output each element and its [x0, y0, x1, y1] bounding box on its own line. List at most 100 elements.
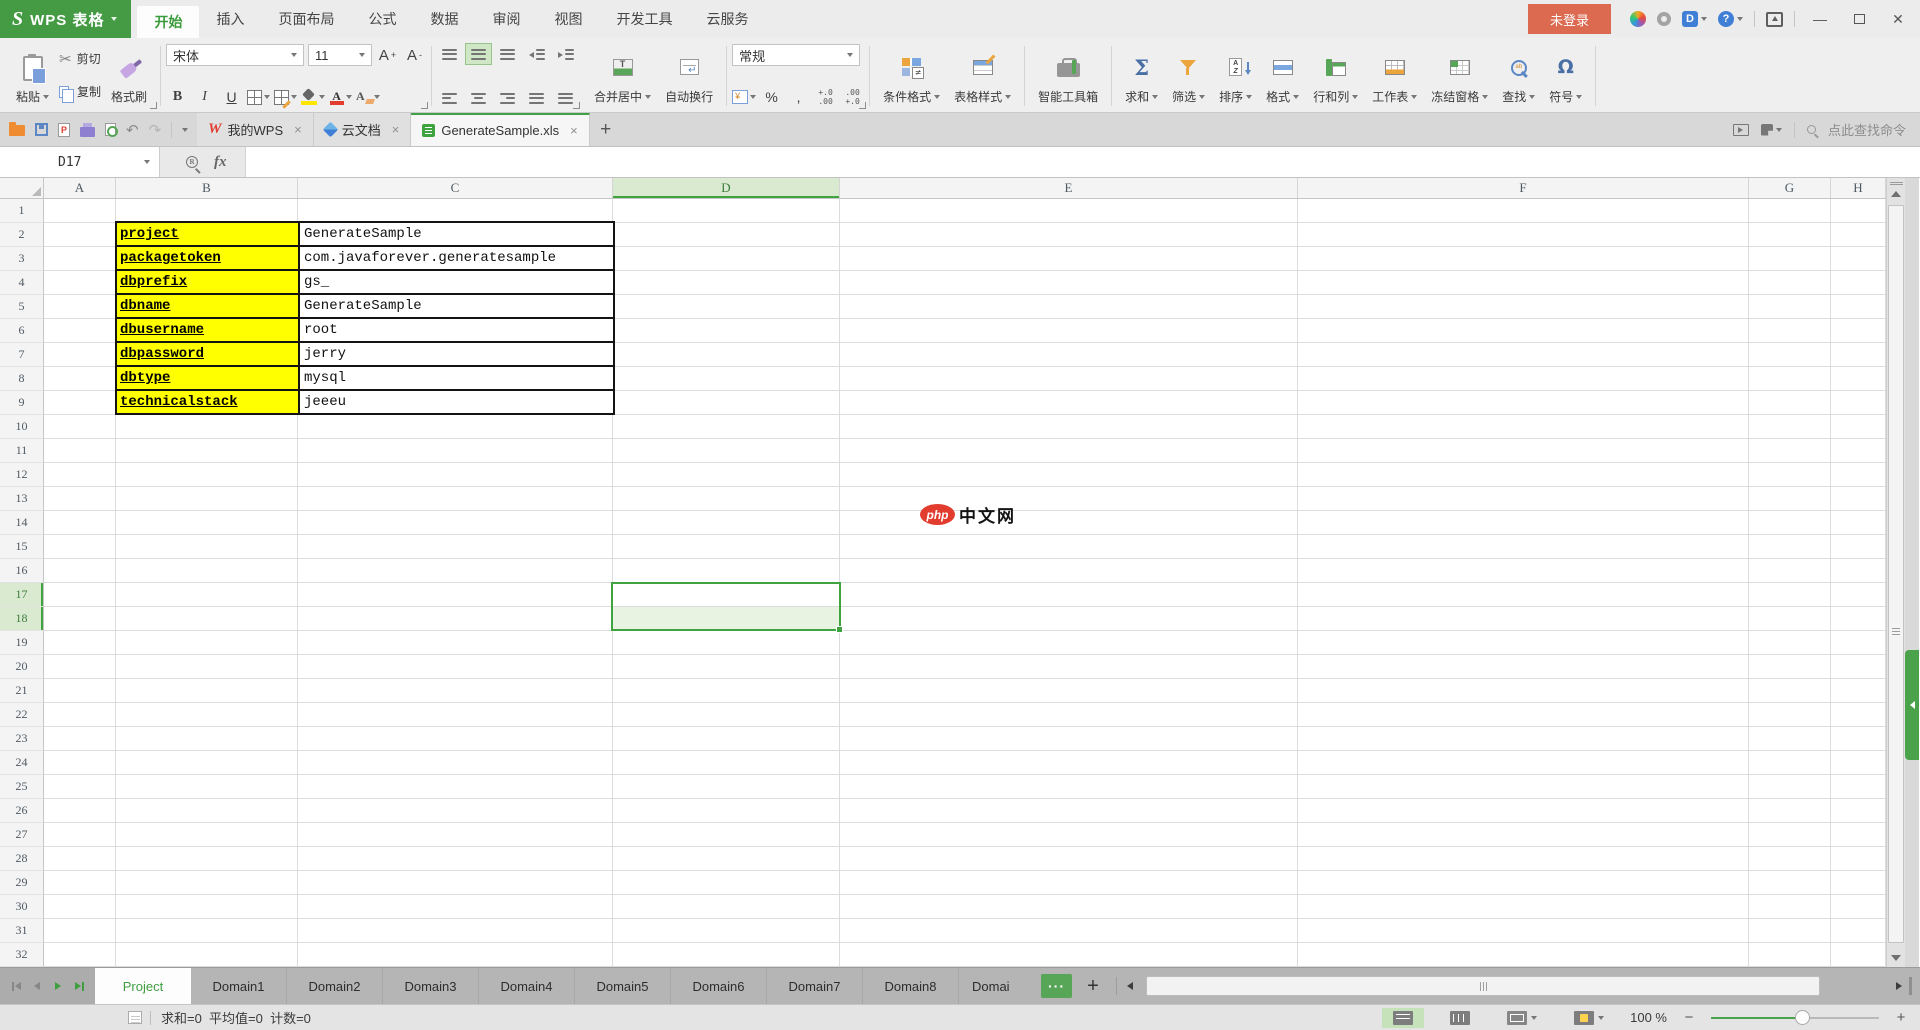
row-header-24[interactable]: 24 [0, 751, 44, 775]
ribbon-toggle-icon[interactable] [1766, 11, 1783, 27]
page-layout-view-button[interactable] [1496, 1008, 1548, 1028]
cell-C11[interactable] [298, 439, 613, 463]
row-header-9[interactable]: 9 [0, 391, 44, 415]
sheet-tab-domain1[interactable]: Domain1 [191, 968, 287, 1004]
close-icon[interactable]: × [294, 122, 302, 137]
grow-font-button[interactable]: A + [376, 44, 399, 66]
login-button[interactable]: 未登录 [1527, 4, 1611, 34]
cell-C5[interactable]: GenerateSample [300, 295, 613, 317]
cell-F12[interactable] [1298, 463, 1749, 487]
cell-H7[interactable] [1831, 343, 1886, 367]
cell-B26[interactable] [116, 799, 298, 823]
cell-B5[interactable]: dbname [117, 295, 300, 317]
cell-G9[interactable] [1749, 391, 1831, 415]
cell-E14[interactable] [840, 511, 1298, 535]
cell-C12[interactable] [298, 463, 613, 487]
cell-E10[interactable] [840, 415, 1298, 439]
cell-F21[interactable] [1298, 679, 1749, 703]
cell-E1[interactable] [840, 199, 1298, 223]
cell-A5[interactable] [44, 295, 116, 319]
find-command-box[interactable]: 点此查找命令 [1828, 120, 1906, 139]
format-painter-button[interactable]: 格式刷 [104, 42, 154, 108]
cell-B8[interactable]: dbtype [117, 367, 300, 389]
cell-G31[interactable] [1749, 919, 1831, 943]
split-handle-icon[interactable] [1889, 182, 1903, 185]
cell-G6[interactable] [1749, 319, 1831, 343]
font-color-button[interactable]: A [329, 86, 352, 108]
cell-C9[interactable]: jeeeu [300, 391, 613, 413]
cell-H20[interactable] [1831, 655, 1886, 679]
column-header-C[interactable]: C [298, 178, 613, 198]
cell-C17[interactable] [298, 583, 613, 607]
sort-button[interactable]: 排序 [1212, 42, 1259, 108]
row-header-31[interactable]: 31 [0, 919, 44, 943]
close-icon[interactable]: × [392, 122, 400, 137]
cell-A6[interactable] [44, 319, 116, 343]
cell-A1[interactable] [44, 199, 116, 223]
group-expander-icon[interactable] [859, 102, 867, 109]
sheet-tab-domain4[interactable]: Domain4 [479, 968, 575, 1004]
cell-A8[interactable] [44, 367, 116, 391]
doc-tab-my-wps[interactable]: W 我的WPS × [197, 113, 314, 146]
cell-G12[interactable] [1749, 463, 1831, 487]
group-expander-icon[interactable] [421, 102, 429, 109]
row-header-32[interactable]: 32 [0, 943, 44, 967]
row-header-7[interactable]: 7 [0, 343, 44, 367]
cell-G32[interactable] [1749, 943, 1831, 967]
cell-C2[interactable]: GenerateSample [300, 223, 613, 245]
menu-tab-view[interactable]: 视图 [537, 0, 599, 38]
fill-handle[interactable] [836, 626, 843, 633]
cell-G25[interactable] [1749, 775, 1831, 799]
cell-D28[interactable] [613, 847, 840, 871]
justify-button[interactable] [524, 88, 549, 108]
cell-A17[interactable] [44, 583, 116, 607]
cell-E3[interactable] [840, 247, 1298, 271]
cell-C18[interactable] [298, 607, 613, 631]
cell-H15[interactable] [1831, 535, 1886, 559]
row-header-4[interactable]: 4 [0, 271, 44, 295]
bold-button[interactable]: B [166, 86, 189, 108]
cell-D8[interactable] [613, 367, 840, 391]
sheet-tab-domain5[interactable]: Domain5 [575, 968, 671, 1004]
cell-F10[interactable] [1298, 415, 1749, 439]
zoom-out-button[interactable]: − [1682, 1009, 1696, 1026]
cell-E28[interactable] [840, 847, 1298, 871]
sheet-tab-project[interactable]: Project [95, 968, 191, 1004]
undo-icon[interactable]: ↶ [126, 121, 139, 139]
app-logo[interactable]: S WPS 表格 [0, 0, 132, 38]
fill-color-button[interactable] [301, 86, 326, 108]
cell-C32[interactable] [298, 943, 613, 967]
cell-C10[interactable] [298, 415, 613, 439]
cell-E15[interactable] [840, 535, 1298, 559]
cell-A19[interactable] [44, 631, 116, 655]
doc-tab-generatesample[interactable]: GenerateSample.xls × [411, 113, 590, 146]
cell-E16[interactable] [840, 559, 1298, 583]
normal-view-button[interactable] [1382, 1007, 1425, 1028]
vertical-scroll-track[interactable] [1887, 200, 1905, 951]
close-button[interactable]: ✕ [1884, 11, 1912, 28]
cell-D25[interactable] [613, 775, 840, 799]
cell-D5[interactable] [613, 295, 840, 319]
cell-A3[interactable] [44, 247, 116, 271]
cell-F30[interactable] [1298, 895, 1749, 919]
cell-G16[interactable] [1749, 559, 1831, 583]
row-header-28[interactable]: 28 [0, 847, 44, 871]
sheet-tab-domain3[interactable]: Domain3 [383, 968, 479, 1004]
cell-H22[interactable] [1831, 703, 1886, 727]
row-header-19[interactable]: 19 [0, 631, 44, 655]
row-header-1[interactable]: 1 [0, 199, 44, 223]
sheet-tab-domain6[interactable]: Domain6 [671, 968, 767, 1004]
cell-B9[interactable]: technicalstack [117, 391, 300, 413]
align-center-button[interactable] [466, 88, 491, 108]
row-header-2[interactable]: 2 [0, 223, 44, 247]
cell-A32[interactable] [44, 943, 116, 967]
borders-button[interactable] [247, 86, 271, 108]
cell-F18[interactable] [1298, 607, 1749, 631]
cell-C20[interactable] [298, 655, 613, 679]
cell-B20[interactable] [116, 655, 298, 679]
window-switch-button[interactable] [1760, 123, 1782, 136]
cell-C6[interactable]: root [300, 319, 613, 341]
italic-button[interactable]: I [193, 86, 216, 108]
side-panel-handle[interactable] [1905, 650, 1919, 760]
print-icon[interactable] [80, 122, 95, 137]
